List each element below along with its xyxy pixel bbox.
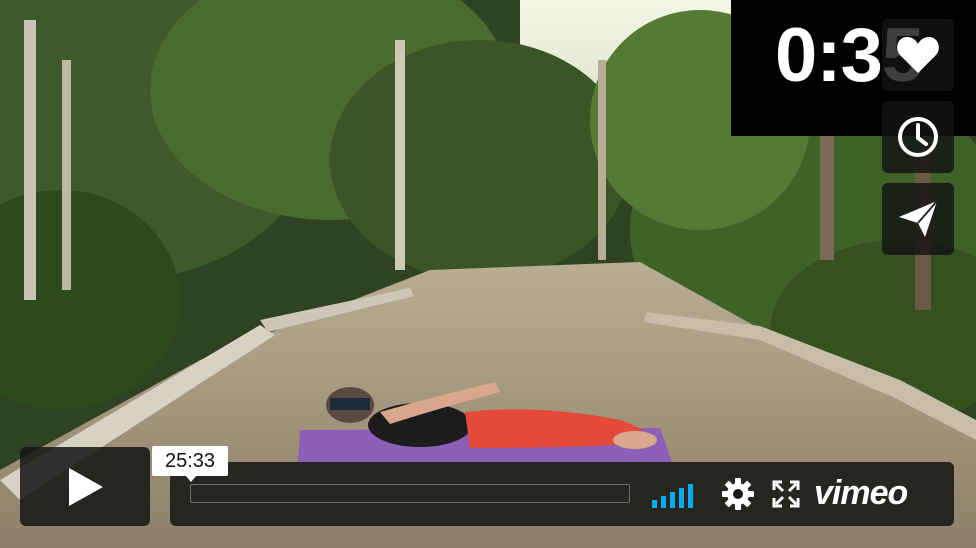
vimeo-logo[interactable]: vimeo (814, 474, 908, 513)
clock-icon (898, 117, 938, 157)
duration-tooltip: 25:33 (152, 446, 228, 482)
control-bar: vimeo (170, 462, 954, 526)
volume-bars-icon[interactable] (652, 482, 702, 508)
watch-later-button[interactable] (882, 101, 954, 173)
gear-icon[interactable] (722, 478, 754, 510)
heart-icon (897, 37, 939, 73)
fullscreen-icon[interactable] (772, 480, 800, 508)
play-button[interactable] (20, 447, 150, 526)
like-button[interactable] (882, 19, 954, 91)
share-button[interactable] (882, 183, 954, 255)
paper-plane-icon (899, 200, 938, 237)
progress-track[interactable] (190, 484, 630, 503)
play-icon (69, 467, 103, 506)
